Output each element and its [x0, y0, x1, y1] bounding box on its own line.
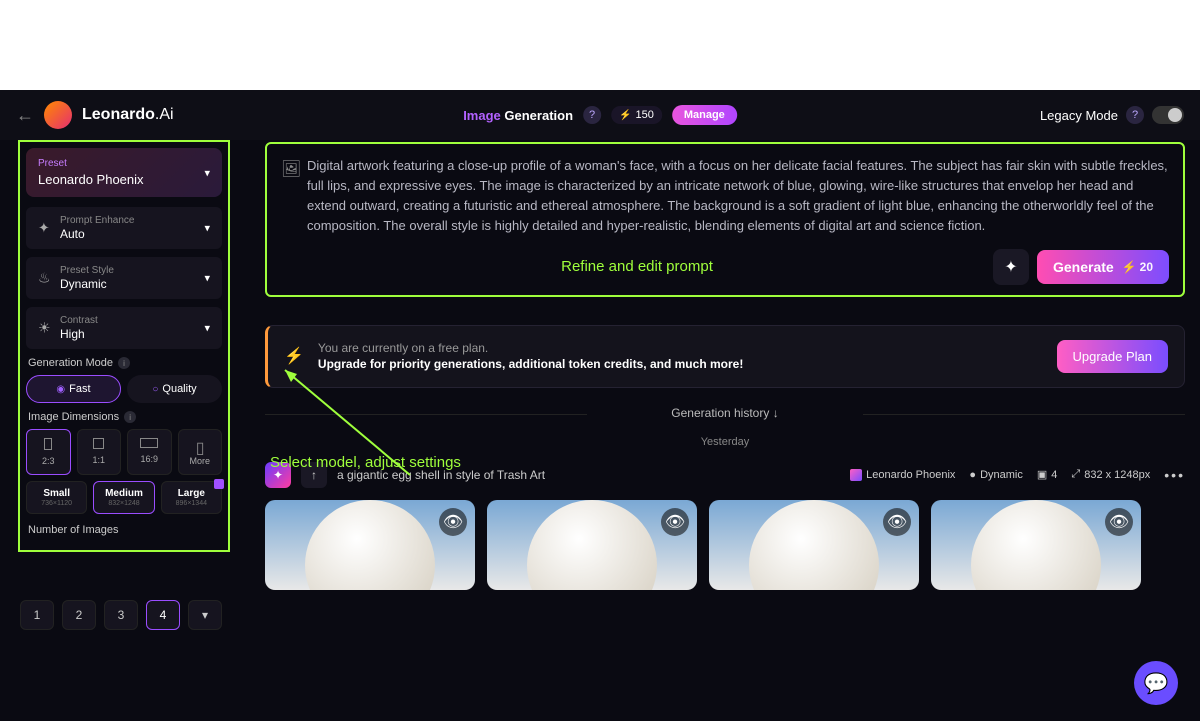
- gen-count: ▣ 4: [1037, 468, 1058, 481]
- gen-resolution: ⤢ 832 x 1248px: [1071, 468, 1150, 481]
- result-thumb[interactable]: 👁: [265, 500, 475, 590]
- preview-icon[interactable]: 👁: [883, 508, 911, 536]
- num-2[interactable]: 2: [62, 600, 96, 630]
- preview-icon[interactable]: 👁: [439, 508, 467, 536]
- quality-mode-button[interactable]: ○ Quality: [127, 375, 222, 403]
- num-more[interactable]: ▾: [188, 600, 222, 630]
- info-icon[interactable]: i: [124, 411, 136, 423]
- prompt-enhance-selector[interactable]: ✦ Prompt Enhance Auto ▾: [26, 207, 222, 249]
- circle-icon: ○: [152, 384, 158, 395]
- sparkles-icon: ✦: [38, 220, 50, 237]
- prompt-text[interactable]: 🖼 Digital artwork featuring a close-up p…: [281, 156, 1169, 237]
- gen-model: Leonardo Phoenix: [850, 469, 955, 481]
- ratio-more[interactable]: More: [178, 429, 223, 475]
- settings-annotation: Select model, adjust settings: [270, 454, 461, 471]
- chevron-down-icon: ▾: [204, 166, 210, 179]
- bolt-icon: ⚡: [284, 346, 304, 366]
- generation-mode-label: Generation Mode i: [28, 357, 222, 369]
- gen-style: ● Dynamic: [969, 469, 1022, 481]
- image-icon: 🖼: [281, 158, 301, 183]
- header: ← Leonardo.Ai Image Generation ? ⚡ 150 M…: [0, 90, 1200, 140]
- result-thumb[interactable]: 👁: [931, 500, 1141, 590]
- contrast-selector[interactable]: ☀ Contrast High ▾: [26, 307, 222, 349]
- ratio-1-1[interactable]: 1:1: [77, 429, 122, 475]
- preview-icon[interactable]: 👁: [661, 508, 689, 536]
- number-of-images-row: 1 2 3 4 ▾: [20, 600, 222, 630]
- result-thumbnails: 👁 👁 👁 👁: [265, 500, 1185, 590]
- more-icon[interactable]: •••: [1164, 467, 1185, 483]
- num-1[interactable]: 1: [20, 600, 54, 630]
- token-icon: ⚡: [619, 110, 631, 121]
- chevron-down-icon: ▾: [204, 322, 210, 335]
- ratio-2-3[interactable]: 2:3: [26, 429, 71, 475]
- preset-style-selector[interactable]: ♨ Preset Style Dynamic ▾: [26, 257, 222, 299]
- upgrade-plan-button[interactable]: Upgrade Plan: [1057, 340, 1169, 373]
- refine-annotation: Refine and edit prompt: [561, 258, 713, 275]
- settings-sidebar: Preset Leonardo Phoenix ▾ ✦ Prompt Enhan…: [18, 140, 230, 552]
- help-icon[interactable]: ?: [583, 106, 601, 124]
- result-thumb[interactable]: 👁: [709, 500, 919, 590]
- back-arrow-icon[interactable]: ←: [16, 105, 34, 126]
- contrast-icon: ☀: [38, 320, 51, 337]
- size-large[interactable]: Large896×1344: [161, 481, 222, 514]
- info-icon[interactable]: i: [118, 357, 130, 369]
- token-icon: ⚡: [1122, 260, 1137, 274]
- image-dimensions-label: Image Dimensions i: [28, 411, 222, 423]
- prompt-area: 🖼 Digital artwork featuring a close-up p…: [265, 142, 1185, 297]
- upgrade-banner: ⚡ You are currently on a free plan. Upgr…: [265, 325, 1185, 388]
- legacy-help-icon[interactable]: ?: [1126, 106, 1144, 124]
- num-4[interactable]: 4: [146, 600, 180, 630]
- result-thumb[interactable]: 👁: [487, 500, 697, 590]
- history-date: Yesterday: [265, 436, 1185, 448]
- fast-mode-button[interactable]: ◉ Fast: [26, 375, 121, 403]
- preset-selector[interactable]: Preset Leonardo Phoenix ▾: [26, 148, 222, 197]
- generation-history-label: Generation history ↓: [265, 406, 1185, 420]
- brand-logo[interactable]: Leonardo.Ai: [82, 106, 174, 124]
- ratio-16-9[interactable]: 16:9: [127, 429, 172, 475]
- preset-value: Leonardo Phoenix: [38, 172, 210, 187]
- legacy-mode-label: Legacy Mode: [1040, 108, 1118, 123]
- size-small[interactable]: Small736×1120: [26, 481, 87, 514]
- number-of-images-label: Number of Images: [28, 524, 222, 536]
- palette-icon: ♨: [38, 270, 51, 287]
- preset-label: Preset: [38, 158, 210, 169]
- chevron-down-icon: ▾: [204, 272, 210, 285]
- token-balance: ⚡ 150: [611, 106, 662, 124]
- legacy-toggle[interactable]: [1152, 106, 1184, 124]
- manage-button[interactable]: Manage: [672, 105, 737, 125]
- num-3[interactable]: 3: [104, 600, 138, 630]
- chat-fab[interactable]: 💬: [1134, 661, 1178, 705]
- page-title: Image Generation: [463, 108, 573, 123]
- generate-button[interactable]: Generate ⚡20: [1037, 250, 1169, 284]
- user-avatar[interactable]: [44, 101, 72, 129]
- size-medium[interactable]: Medium832×1248: [93, 481, 154, 514]
- preview-icon[interactable]: 👁: [1105, 508, 1133, 536]
- check-icon: ◉: [56, 384, 65, 395]
- magic-prompt-button[interactable]: ✦: [993, 249, 1029, 285]
- chevron-down-icon: ▾: [204, 222, 210, 235]
